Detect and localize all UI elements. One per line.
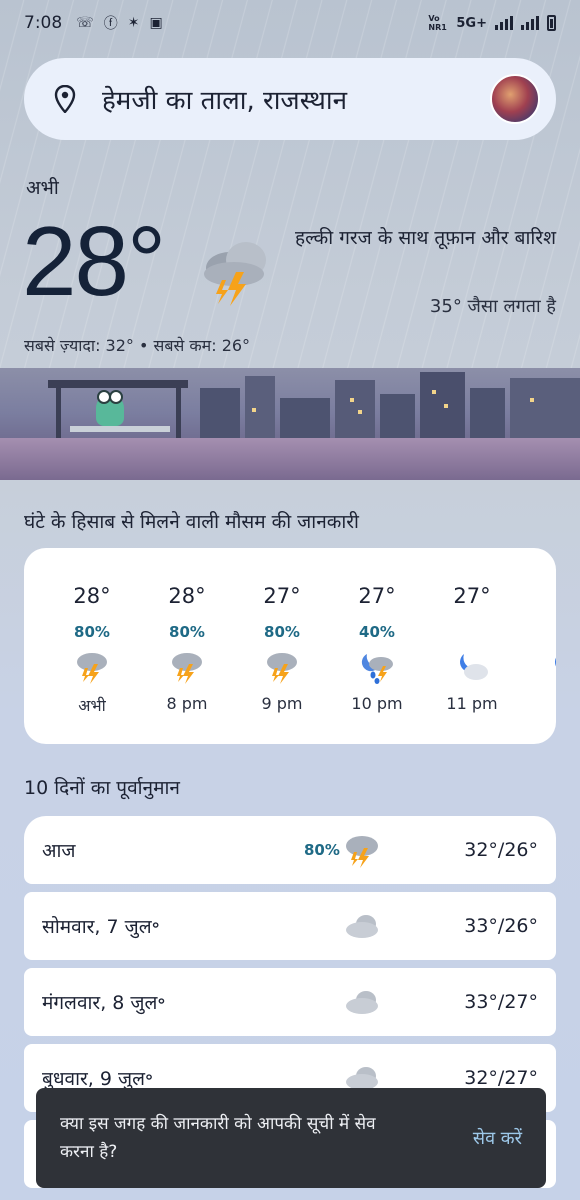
frog-mascot: [96, 390, 124, 426]
status-bar: 7:08 ☏ ⓕ ✶ ▣ Vo NR1 5G+: [0, 0, 580, 46]
status-time: 7:08: [24, 13, 63, 33]
day-high-low: 33°/26°: [464, 915, 538, 937]
current-temperature: 28°: [22, 206, 166, 316]
day-high-low: 32°/27°: [464, 1067, 538, 1089]
message-icon: ▣: [149, 15, 163, 31]
daily-row[interactable]: मंगलवार, 8 जुल॰ 33°/27°: [24, 968, 556, 1036]
thunderstorm-icon: [267, 653, 297, 684]
pinwheel-icon: ✶: [127, 15, 140, 31]
hourly-title: घंटे के हिसाब से मिलने वाली मौसम की जानक…: [24, 511, 359, 533]
feels-like: 35° जैसा लगता है: [429, 296, 556, 317]
save-location-snackbar: क्या इस जगह की जानकारी को आपकी सूची में …: [36, 1088, 546, 1188]
volte-indicator: Vo NR1: [428, 14, 447, 32]
cloud-icon: [346, 915, 378, 938]
location-pin-icon: [54, 85, 76, 113]
day-name: मंगलवार, 8 जुल॰: [42, 992, 166, 1014]
missed-call-icon: ☏: [76, 15, 94, 31]
battery-icon: [547, 15, 556, 31]
signal-2-icon: [521, 16, 539, 30]
notification-icons: ☏ ⓕ ✶ ▣: [76, 13, 162, 33]
day-high-low: 32°/26°: [464, 839, 538, 861]
condition-text: हल्की गरज के साथ तूफ़ान और बारिश: [294, 227, 556, 249]
day-high-low: 33°/27°: [464, 991, 538, 1013]
network-type: 5G+: [456, 15, 487, 31]
save-button[interactable]: सेव करें: [473, 1126, 522, 1150]
thunderstorm-icon: [346, 836, 378, 868]
day-name: सोमवार, 7 जुल॰: [42, 916, 160, 938]
thunderstorm-icon: [77, 653, 107, 684]
high-low: सबसे ज़्यादा: 32° • सबसे कम: 26°: [24, 336, 251, 355]
precip-chance: 80%: [304, 841, 340, 859]
cloudy-night-icon: [460, 654, 488, 680]
daily-row[interactable]: आज 80% 32°/26°: [24, 816, 556, 884]
location-name: हेमजी का ताला, राजस्थान: [102, 86, 348, 116]
cloudy-night-icon: [555, 657, 556, 667]
day-name: आज: [42, 840, 76, 862]
now-label: अभी: [26, 177, 59, 199]
thunderstorm-icon: [204, 242, 266, 306]
location-search-bar[interactable]: हेमजी का ताला, राजस्थान: [24, 58, 556, 140]
weather-scene-illustration: [0, 368, 580, 480]
hourly-forecast-card[interactable]: 28° 80% अभी 28° 80% 8 pm 27° 80% 9 pm 27…: [24, 548, 556, 744]
daily-row[interactable]: सोमवार, 7 जुल॰ 33°/26°: [24, 892, 556, 960]
facebook-icon: ⓕ: [103, 16, 118, 32]
cloud-icon: [346, 991, 378, 1014]
daily-title: 10 दिनों का पूर्वानुमान: [24, 777, 180, 799]
thunderstorm-icon: [172, 653, 202, 684]
avatar[interactable]: [490, 74, 540, 124]
snackbar-message: क्या इस जगह की जानकारी को आपकी सूची में …: [60, 1114, 376, 1162]
signal-1-icon: [495, 16, 513, 30]
rain-thunder-night-icon: [361, 654, 393, 684]
